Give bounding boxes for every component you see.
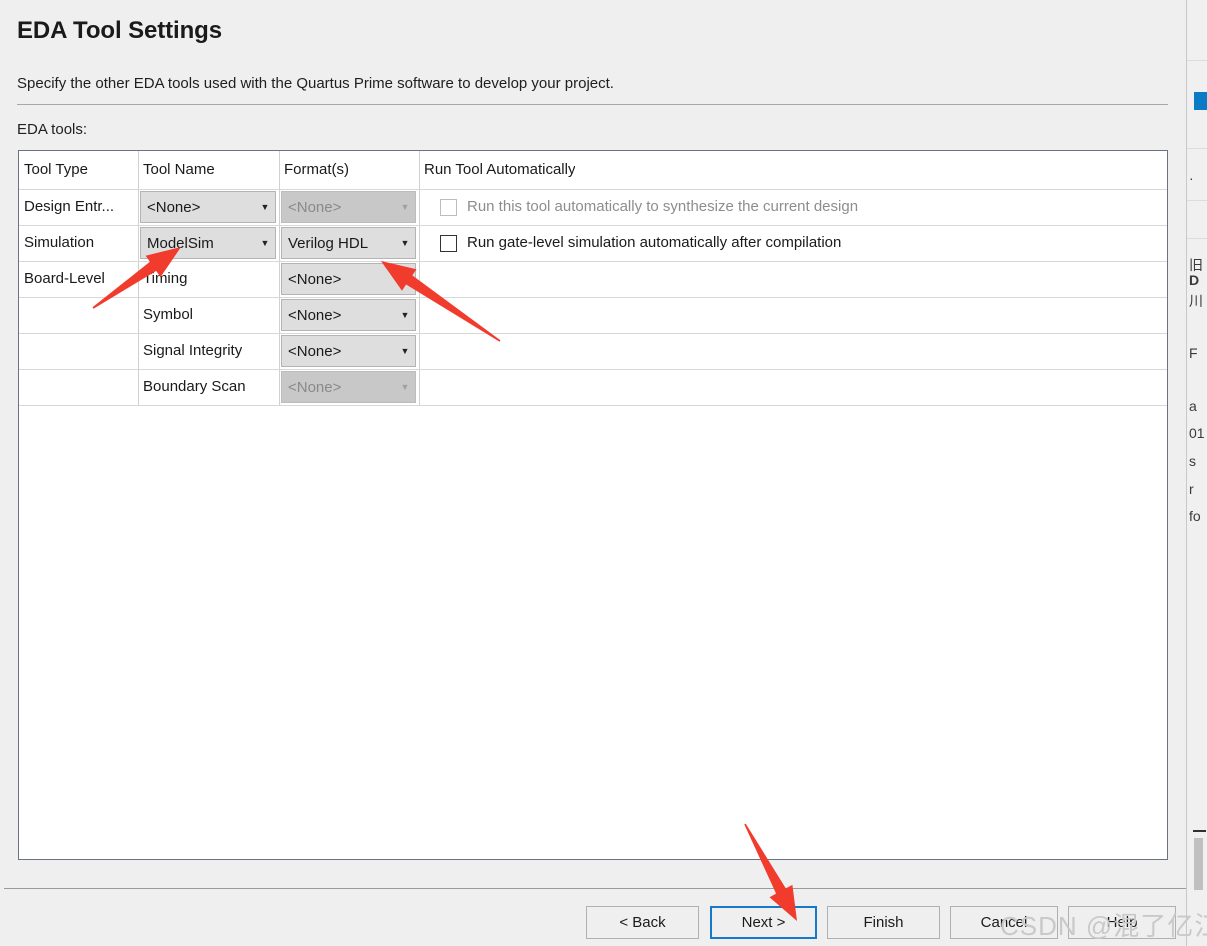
- table-header-cell: Tool Name: [143, 161, 215, 178]
- combo-format[interactable]: <None> ▼: [281, 335, 416, 367]
- bg-text-fragment: ·: [1189, 170, 1194, 186]
- combo-format[interactable]: <None> ▼: [281, 299, 416, 331]
- table-row-divider: [19, 261, 1167, 262]
- bg-scrollbar-thumb[interactable]: [1194, 838, 1203, 890]
- background-window-sliver: · 旧 D 川 Fa 01 s r fo: [1186, 0, 1207, 946]
- combo-format-value: <None>: [288, 270, 342, 288]
- footer-divider: [4, 888, 1186, 889]
- chevron-down-icon: ▼: [400, 381, 410, 392]
- chevron-down-icon[interactable]: ▼: [395, 310, 415, 320]
- table-header-cell: Run Tool Automatically: [424, 161, 576, 178]
- combo-tool-name[interactable]: <None> ▼: [140, 191, 276, 223]
- combo-format: <None> ▼: [281, 191, 416, 223]
- table-row-divider: [19, 369, 1167, 370]
- eda-tool-settings-dialog: EDA Tool Settings Specify the other EDA …: [0, 0, 1186, 946]
- combo-format: <None> ▼: [281, 371, 416, 403]
- back-button[interactable]: < Back: [586, 906, 699, 939]
- bg-text-fragment: a: [1189, 398, 1197, 414]
- cell-tool-type: Design Entr...: [24, 198, 115, 215]
- table-row-divider: [19, 297, 1167, 298]
- help-button[interactable]: Help: [1068, 906, 1176, 939]
- table-row-divider: [19, 225, 1167, 226]
- chevron-down-icon[interactable]: ▼: [255, 238, 275, 248]
- run-tool-checkbox-label[interactable]: Run gate-level simulation automatically …: [467, 234, 841, 251]
- bg-divider: [1187, 238, 1207, 239]
- cell-tool-name: Symbol: [143, 306, 194, 323]
- bg-selected-item: [1194, 92, 1207, 110]
- combo-tool-name-value: ModelSim: [147, 234, 214, 252]
- table-header-cell: Format(s): [284, 161, 349, 178]
- run-tool-checkbox-label: Run this tool automatically to synthesiz…: [467, 198, 859, 215]
- cancel-button[interactable]: Cancel: [950, 906, 1058, 939]
- header-divider: [17, 104, 1168, 105]
- bg-text-fragment: D: [1189, 272, 1200, 288]
- chevron-down-icon[interactable]: ▼: [255, 202, 275, 212]
- finish-button[interactable]: Finish: [827, 906, 940, 939]
- next-button[interactable]: Next >: [710, 906, 817, 939]
- combo-format[interactable]: Verilog HDL ▼: [281, 227, 416, 259]
- chevron-down-icon[interactable]: ▼: [395, 346, 415, 356]
- cell-tool-name: Timing: [143, 270, 188, 287]
- cell-tool-type: Simulation: [24, 234, 95, 251]
- chevron-down-icon: ▼: [400, 201, 410, 212]
- table-row-divider: [19, 333, 1167, 334]
- combo-tool-name-value: <None>: [147, 198, 201, 216]
- run-tool-checkbox: [440, 199, 457, 216]
- table-row-divider: [19, 405, 1167, 406]
- eda-tools-label: EDA tools:: [17, 121, 88, 138]
- eda-tools-table[interactable]: Tool Type Tool Name Format(s) Run Tool Auto…: [18, 150, 1168, 860]
- bg-text-fragment: 川: [1189, 293, 1203, 309]
- bg-text-fragment: 01: [1189, 425, 1205, 441]
- table-header-cell: Tool Type: [24, 161, 88, 178]
- combo-format-value: <None>: [288, 378, 342, 396]
- chevron-down-icon[interactable]: ▼: [395, 274, 415, 284]
- bg-divider: [1187, 200, 1207, 201]
- combo-format[interactable]: <None> ▼: [281, 263, 416, 295]
- cell-tool-name: Boundary Scan: [143, 378, 246, 395]
- combo-tool-name[interactable]: ModelSim ▼: [140, 227, 276, 259]
- cell-tool-type: Board-Level: [24, 270, 105, 287]
- chevron-down-icon[interactable]: ▼: [395, 238, 415, 248]
- table-header-divider: [19, 189, 1167, 190]
- bg-divider: [1187, 60, 1207, 61]
- cell-tool-name: Signal Integrity: [143, 342, 243, 359]
- bg-text-fragment: s: [1189, 453, 1196, 469]
- combo-format-value: <None>: [288, 198, 342, 216]
- page-subtitle: Specify the other EDA tools used with th…: [17, 75, 614, 92]
- bg-text-fragment: r: [1189, 481, 1194, 497]
- page-title: EDA Tool Settings: [17, 17, 222, 44]
- combo-format-value: <None>: [288, 342, 342, 360]
- bg-divider: [1187, 148, 1207, 149]
- bg-text-fragment: F: [1189, 345, 1198, 361]
- run-tool-checkbox[interactable]: [440, 235, 457, 252]
- bg-text-fragment: fo: [1189, 508, 1201, 524]
- combo-format-value: Verilog HDL: [288, 234, 369, 252]
- combo-format-value: <None>: [288, 306, 342, 324]
